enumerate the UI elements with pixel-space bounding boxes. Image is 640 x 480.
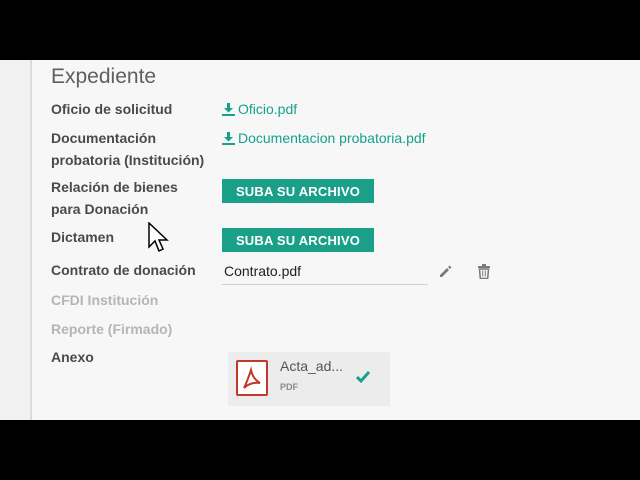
download-icon	[222, 132, 235, 145]
check-icon	[355, 370, 371, 388]
label-documentacion-line1: Documentación	[51, 130, 157, 146]
label-contrato: Contrato de donación	[51, 262, 196, 278]
oficio-file-name: Oficio.pdf	[238, 101, 298, 117]
pencil-icon[interactable]	[438, 264, 454, 280]
mouse-cursor-icon	[148, 221, 172, 259]
contrato-file-field[interactable]: Contrato.pdf	[222, 260, 428, 285]
expediente-panel: Expediente Oficio de solicitud Oficio.pd…	[32, 60, 640, 420]
label-anexo: Anexo	[51, 349, 94, 365]
dictamen-upload-button[interactable]: SUBA SU ARCHIVO	[222, 228, 374, 252]
label-cfdi: CFDI Institución	[51, 292, 159, 308]
label-relacion: Relación de bienes para Donación	[51, 176, 178, 220]
left-sidebar-edge	[0, 60, 32, 420]
relacion-upload-button[interactable]: SUBA SU ARCHIVO	[222, 179, 374, 203]
section-title: Expediente	[51, 65, 157, 88]
label-reporte: Reporte (Firmado)	[51, 321, 173, 337]
label-relacion-line1: Relación de bienes	[51, 179, 178, 195]
attachment-type: PDF	[280, 382, 298, 392]
screen: Expediente Oficio de solicitud Oficio.pd…	[0, 60, 640, 420]
pdf-icon	[236, 360, 268, 396]
attachment-name: Acta_ad...	[280, 358, 344, 374]
label-relacion-line2: para Donación	[51, 201, 149, 217]
download-icon	[222, 103, 235, 116]
anexo-attachment[interactable]: Acta_ad... PDF	[228, 352, 390, 406]
label-oficio: Oficio de solicitud	[51, 101, 173, 117]
documentacion-file-name: Documentacion probatoria.pdf	[238, 130, 426, 146]
oficio-download-link[interactable]: Oficio.pdf	[222, 99, 297, 119]
label-documentacion-line2: probatoria (Institución)	[51, 152, 205, 168]
label-dictamen: Dictamen	[51, 229, 115, 245]
trash-icon[interactable]	[477, 264, 493, 280]
documentacion-download-link[interactable]: Documentacion probatoria.pdf	[222, 128, 426, 148]
label-documentacion: Documentación probatoria (Institución)	[51, 127, 204, 171]
